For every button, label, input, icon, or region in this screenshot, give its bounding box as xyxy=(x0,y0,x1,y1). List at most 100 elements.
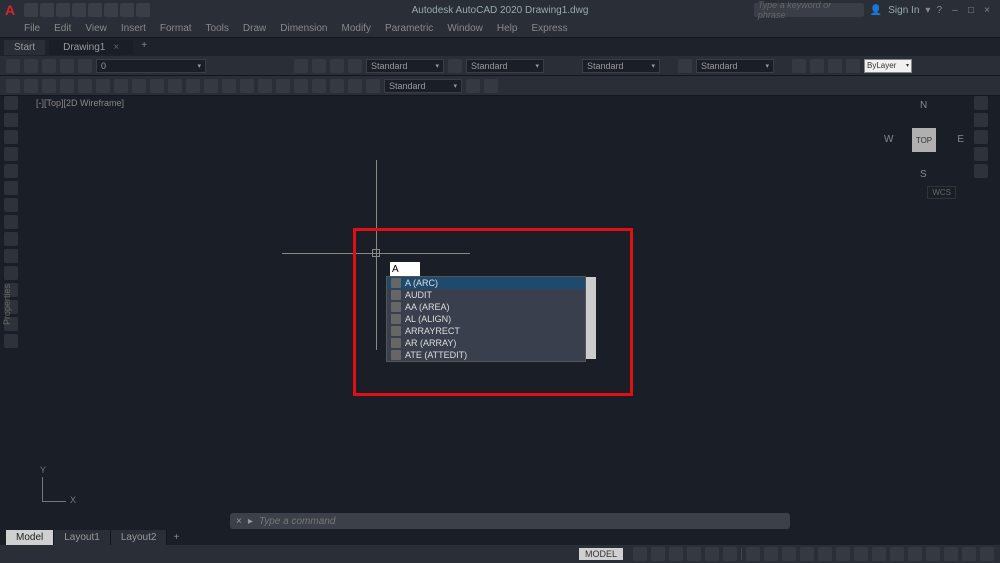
tablestyle-dropdown[interactable]: Standard xyxy=(582,59,660,73)
status-osnap-icon[interactable] xyxy=(723,547,737,561)
help-search-input[interactable]: Type a keyword or phrase xyxy=(754,3,864,17)
color-dropdown[interactable]: ByLayer xyxy=(864,59,912,73)
status-model-button[interactable]: MODEL xyxy=(579,548,623,560)
tool-ellipse-icon[interactable] xyxy=(4,181,18,195)
compass-n[interactable]: N xyxy=(920,100,927,111)
ucs-icon[interactable]: Y X xyxy=(40,477,70,507)
tool-line-icon[interactable] xyxy=(4,96,18,110)
viewcube-top[interactable]: TOP xyxy=(912,128,936,152)
autocomplete-item[interactable]: ATE (ATTEDIT) xyxy=(387,349,585,361)
explode-icon[interactable] xyxy=(366,79,380,93)
menu-help[interactable]: Help xyxy=(497,23,518,34)
circle-icon[interactable] xyxy=(42,79,56,93)
nav-orbit-icon[interactable] xyxy=(974,147,988,161)
status-selection-icon[interactable] xyxy=(782,547,796,561)
block-create-icon[interactable] xyxy=(312,59,326,73)
help-icon[interactable]: ? xyxy=(936,5,942,16)
status-clean-icon[interactable] xyxy=(962,547,976,561)
block-insert-icon[interactable] xyxy=(294,59,308,73)
menu-tools[interactable]: Tools xyxy=(206,23,229,34)
autocomplete-item[interactable]: AL (ALIGN) xyxy=(387,313,585,325)
status-annoscale-icon[interactable] xyxy=(818,547,832,561)
tool-region-icon[interactable] xyxy=(4,249,18,263)
qat-open-icon[interactable] xyxy=(40,3,54,17)
tool-hatch-icon[interactable] xyxy=(4,198,18,212)
menu-window[interactable]: Window xyxy=(447,23,483,34)
tab-drawing1[interactable]: Drawing1 × xyxy=(49,40,133,55)
close-button[interactable]: × xyxy=(980,3,994,17)
scale-icon[interactable] xyxy=(240,79,254,93)
layout-tab-layout1[interactable]: Layout1 xyxy=(54,530,111,545)
status-grid-icon[interactable] xyxy=(633,547,647,561)
nav-full-icon[interactable] xyxy=(974,96,988,110)
layer-iso-icon[interactable] xyxy=(42,59,56,73)
compass-s[interactable]: S xyxy=(920,169,927,180)
tab-start[interactable]: Start xyxy=(4,40,45,55)
ltype-icon[interactable] xyxy=(828,59,842,73)
status-lock-icon[interactable] xyxy=(908,547,922,561)
viewport-label[interactable]: [-][Top][2D Wireframe] xyxy=(36,98,124,108)
lweight-icon[interactable] xyxy=(846,59,860,73)
command-line[interactable]: × ▸ Type a command xyxy=(230,513,790,529)
group-icon[interactable] xyxy=(466,79,480,93)
tool-arc-icon[interactable] xyxy=(4,147,18,161)
menu-draw[interactable]: Draw xyxy=(243,23,266,34)
tool-pline-icon[interactable] xyxy=(4,113,18,127)
status-ortho-icon[interactable] xyxy=(669,547,683,561)
menu-dimension[interactable]: Dimension xyxy=(280,23,327,34)
properties-palette-tab[interactable]: Properties xyxy=(0,280,14,329)
layout-tab-layout2[interactable]: Layout2 xyxy=(111,530,168,545)
move-icon[interactable] xyxy=(168,79,182,93)
app-logo[interactable]: A xyxy=(0,0,20,20)
arc-icon[interactable] xyxy=(60,79,74,93)
cmdline-chevron-icon[interactable]: ▸ xyxy=(248,516,253,527)
menu-express[interactable]: Express xyxy=(531,23,567,34)
layout-tab-model[interactable]: Model xyxy=(6,530,54,545)
copy-icon[interactable] xyxy=(186,79,200,93)
tool-point-icon[interactable] xyxy=(4,232,18,246)
autocomplete-item[interactable]: AA (AREA) xyxy=(387,301,585,313)
status-workspace-icon[interactable] xyxy=(836,547,850,561)
tool-circle-icon[interactable] xyxy=(4,130,18,144)
menu-edit[interactable]: Edit xyxy=(54,23,71,34)
block-edit-icon[interactable] xyxy=(330,59,344,73)
autocomplete-item[interactable]: AR (ARRAY) xyxy=(387,337,585,349)
nav-wheel-icon[interactable] xyxy=(974,164,988,178)
qat-save-icon[interactable] xyxy=(56,3,70,17)
mleader-icon[interactable] xyxy=(678,59,692,73)
dim-icon[interactable] xyxy=(448,59,462,73)
layer-freeze-icon[interactable] xyxy=(60,59,74,73)
line-icon[interactable] xyxy=(6,79,20,93)
fillet-icon[interactable] xyxy=(294,79,308,93)
spline-icon[interactable] xyxy=(132,79,146,93)
minimize-button[interactable]: – xyxy=(948,3,962,17)
qat-plot-icon[interactable] xyxy=(88,3,102,17)
textstyle-dropdown[interactable]: Standard xyxy=(366,59,444,73)
rect-icon[interactable] xyxy=(78,79,92,93)
menu-insert[interactable]: Insert xyxy=(121,23,146,34)
tab-close-icon[interactable]: × xyxy=(113,42,119,53)
status-annomonitor-icon[interactable] xyxy=(854,547,868,561)
status-gizmo-icon[interactable] xyxy=(800,547,814,561)
menu-parametric[interactable]: Parametric xyxy=(385,23,433,34)
user-icon[interactable]: 👤 xyxy=(870,5,882,16)
offset-icon[interactable] xyxy=(330,79,344,93)
wcs-label[interactable]: WCS xyxy=(927,186,956,199)
viewcube[interactable]: N S E W TOP xyxy=(884,100,964,180)
tool-table-icon[interactable] xyxy=(4,266,18,280)
status-customize-icon[interactable] xyxy=(980,547,994,561)
menu-view[interactable]: View xyxy=(85,23,107,34)
cloud-icon[interactable]: ▾ xyxy=(925,5,930,16)
mirror-icon[interactable] xyxy=(222,79,236,93)
menu-file[interactable]: File xyxy=(24,23,40,34)
tool-rect-icon[interactable] xyxy=(4,164,18,178)
autocomplete-item[interactable]: A (ARC) xyxy=(387,277,585,289)
nav-pan-icon[interactable] xyxy=(974,113,988,127)
tool-spline-icon[interactable] xyxy=(4,215,18,229)
tool-more-icon[interactable] xyxy=(4,334,18,348)
measure-icon[interactable] xyxy=(484,79,498,93)
layer-lock-icon[interactable] xyxy=(78,59,92,73)
ellipse-icon[interactable] xyxy=(96,79,110,93)
status-quickprops-icon[interactable] xyxy=(890,547,904,561)
status-isodraft-icon[interactable] xyxy=(705,547,719,561)
